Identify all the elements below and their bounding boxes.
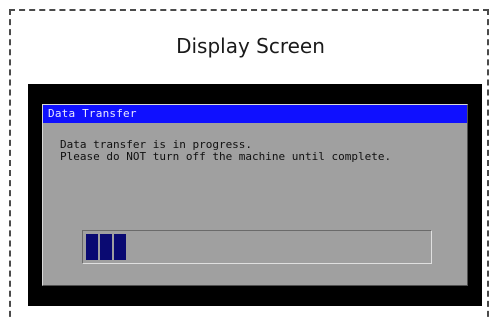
display-screen-caption: Display Screen	[176, 34, 325, 58]
progress-block	[114, 234, 126, 260]
progress-block	[86, 234, 98, 260]
progress-fill	[86, 234, 126, 260]
progress-bar	[82, 230, 432, 264]
dialog-title: Data Transfer	[48, 107, 137, 120]
dialog-titlebar: Data Transfer	[43, 105, 467, 123]
data-transfer-dialog: Data Transfer Data transfer is in progre…	[42, 104, 468, 286]
progress-block	[100, 234, 112, 260]
dialog-message: Data transfer is in progress. Please do …	[60, 139, 391, 163]
device-screen: Data Transfer Data transfer is in progre…	[28, 84, 482, 306]
message-line-2: Please do NOT turn off the machine until…	[60, 150, 392, 163]
